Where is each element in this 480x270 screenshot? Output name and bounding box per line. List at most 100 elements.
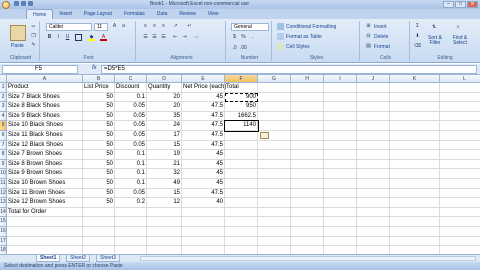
cell-i8[interactable] bbox=[324, 150, 357, 160]
align-middle-icon[interactable]: ≡ bbox=[151, 23, 158, 30]
cell-i9[interactable] bbox=[324, 159, 357, 170]
fill-icon[interactable]: ⬇ bbox=[414, 33, 421, 40]
cell-d15[interactable] bbox=[147, 217, 182, 227]
cell-h2[interactable] bbox=[291, 92, 324, 103]
cell-c11[interactable]: 0.1 bbox=[115, 179, 147, 189]
tab-formulas[interactable]: Formulas bbox=[118, 9, 151, 19]
column-header-a[interactable]: A bbox=[7, 75, 83, 83]
cell-a15[interactable] bbox=[7, 217, 83, 227]
row-header[interactable]: 14 bbox=[0, 207, 7, 218]
cell-c8[interactable]: 0.1 bbox=[115, 150, 147, 160]
cell-f17[interactable] bbox=[225, 236, 258, 247]
cell-g7[interactable] bbox=[258, 140, 291, 151]
cell-c12[interactable]: 0.05 bbox=[115, 188, 147, 199]
cell-e7[interactable]: 47.5 bbox=[182, 140, 225, 151]
row-header[interactable]: 1 bbox=[0, 83, 7, 93]
cell-styles-icon[interactable] bbox=[277, 43, 284, 50]
column-header-b[interactable]: B bbox=[83, 75, 115, 83]
cell-c10[interactable]: 0.1 bbox=[115, 169, 147, 179]
column-header-l[interactable]: L bbox=[440, 75, 480, 83]
row-header[interactable]: 10 bbox=[0, 169, 7, 179]
row-header[interactable]: 3 bbox=[0, 102, 7, 112]
format-cells-icon[interactable]: ▤ bbox=[365, 43, 372, 50]
cell-e1[interactable]: Net Price (each) bbox=[182, 83, 226, 93]
font-name-box[interactable]: Calibri bbox=[46, 23, 92, 31]
cell-e4[interactable]: 47.5 bbox=[182, 111, 225, 122]
cell-c16[interactable] bbox=[115, 227, 147, 237]
cell-b12[interactable]: 50 bbox=[83, 188, 115, 199]
tab-home[interactable]: Home bbox=[26, 9, 54, 19]
cell-f9[interactable] bbox=[225, 159, 258, 170]
cell-a4[interactable]: Size 9 Black Shoes bbox=[7, 111, 83, 122]
row-header[interactable]: 8 bbox=[0, 150, 7, 160]
insert-button[interactable]: Insert bbox=[374, 24, 387, 30]
cell-l16[interactable] bbox=[440, 227, 480, 237]
cell-f13[interactable] bbox=[225, 198, 258, 208]
cell-d3[interactable]: 20 bbox=[147, 102, 182, 112]
italic-button[interactable]: I bbox=[55, 34, 62, 41]
cell-i11[interactable] bbox=[324, 179, 357, 189]
format-as-table-button[interactable]: Format as Table bbox=[286, 34, 322, 40]
column-header-k[interactable]: K bbox=[390, 75, 440, 83]
cell-d14[interactable] bbox=[147, 207, 182, 218]
cell-g5[interactable] bbox=[258, 121, 291, 131]
merge-center-icon[interactable]: ⇔ bbox=[193, 34, 200, 41]
row-header[interactable]: 11 bbox=[0, 179, 7, 189]
find-select-icon[interactable]: ⌕ bbox=[452, 24, 464, 34]
tab-data[interactable]: Data bbox=[151, 9, 174, 19]
cell-d9[interactable]: 21 bbox=[147, 159, 182, 170]
align-bottom-icon[interactable]: ≡ bbox=[160, 23, 167, 30]
insert-function-button[interactable]: fx bbox=[92, 65, 97, 71]
paste-button[interactable]: Paste bbox=[11, 43, 24, 49]
cell-f1[interactable]: Total bbox=[225, 83, 258, 93]
cell-j3[interactable] bbox=[357, 102, 390, 112]
cell-f16[interactable] bbox=[225, 227, 258, 237]
cell-h7[interactable] bbox=[291, 140, 324, 151]
align-center-icon[interactable]: ☰ bbox=[151, 34, 158, 41]
cell-d13[interactable]: 12 bbox=[147, 198, 182, 208]
cell-d4[interactable]: 35 bbox=[147, 111, 182, 122]
conditional-formatting-button[interactable]: Conditional Formatting bbox=[286, 24, 336, 30]
cell-j2[interactable] bbox=[357, 92, 390, 103]
cell-h9[interactable] bbox=[291, 159, 324, 170]
decrease-indent-icon[interactable]: ⇤ bbox=[172, 34, 179, 41]
cell-a7[interactable]: Size 12 Black Shoes bbox=[7, 140, 83, 151]
cell-g13[interactable] bbox=[258, 198, 291, 208]
cell-g1[interactable] bbox=[258, 83, 291, 93]
cell-j12[interactable] bbox=[357, 188, 390, 199]
cell-k15[interactable] bbox=[390, 217, 440, 227]
cell-styles-button[interactable]: Cell Styles bbox=[286, 44, 310, 50]
cell-i6[interactable] bbox=[324, 131, 357, 141]
cell-c9[interactable]: 0.1 bbox=[115, 159, 147, 170]
cell-j4[interactable] bbox=[357, 111, 390, 122]
cell-b8[interactable]: 50 bbox=[83, 150, 115, 160]
cell-g14[interactable] bbox=[258, 207, 291, 218]
sort-filter-icon[interactable]: ⇅ bbox=[428, 24, 440, 34]
cell-c15[interactable] bbox=[115, 217, 147, 227]
row-header[interactable]: 16 bbox=[0, 227, 7, 237]
save-icon[interactable] bbox=[14, 1, 19, 6]
cell-i2[interactable] bbox=[324, 92, 357, 103]
shrink-font-icon[interactable]: a bbox=[120, 23, 127, 30]
cell-f12[interactable] bbox=[225, 188, 258, 199]
cell-k4[interactable] bbox=[390, 111, 440, 122]
cell-g11[interactable] bbox=[258, 179, 291, 189]
cell-c5[interactable]: 0.05 bbox=[115, 121, 147, 131]
cell-f3[interactable]: 950 bbox=[225, 102, 258, 112]
office-button[interactable] bbox=[2, 1, 10, 9]
cell-d11[interactable]: 49 bbox=[147, 179, 182, 189]
align-right-icon[interactable]: ☰ bbox=[160, 34, 167, 41]
font-color-icon[interactable]: A bbox=[100, 34, 107, 41]
cell-l6[interactable] bbox=[440, 131, 480, 141]
sheet-tab-2[interactable]: Sheet2 bbox=[66, 255, 90, 262]
row-header[interactable]: 12 bbox=[0, 188, 7, 199]
cell-h15[interactable] bbox=[291, 217, 324, 227]
column-header-f[interactable]: F bbox=[225, 75, 258, 83]
cell-a13[interactable]: Size 12 Brown Shoes bbox=[7, 198, 83, 208]
cell-d8[interactable]: 19 bbox=[147, 150, 182, 160]
cell-f4[interactable]: 1662.5 bbox=[225, 111, 258, 122]
cell-d17[interactable] bbox=[147, 236, 182, 247]
cell-e6[interactable]: 47.5 bbox=[182, 131, 225, 141]
fill-color-icon[interactable]: ◆ bbox=[88, 34, 95, 41]
cell-b6[interactable]: 50 bbox=[83, 131, 115, 141]
